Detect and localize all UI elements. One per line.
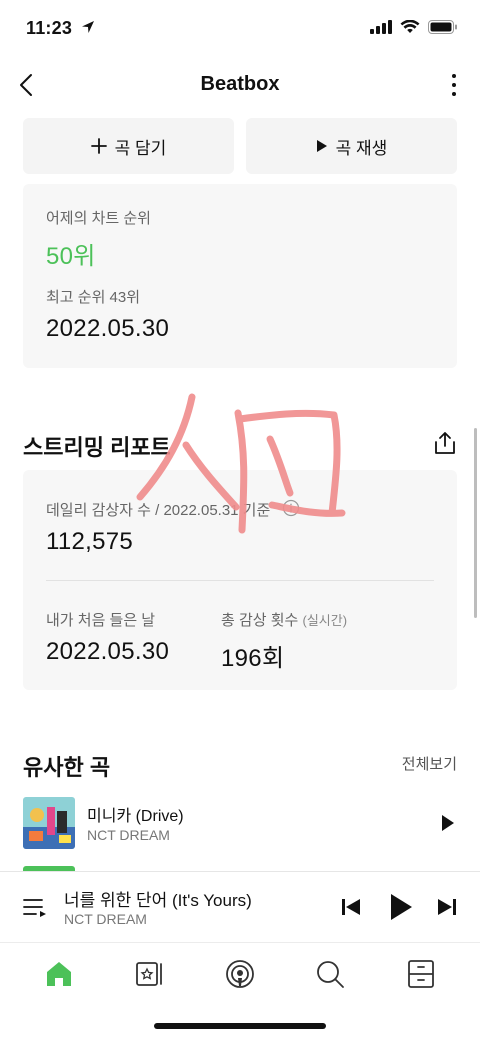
divider <box>46 580 434 581</box>
song-artist: NCT DREAM <box>87 827 170 843</box>
tab-drawer[interactable] <box>401 954 441 994</box>
now-playing-artist: NCT DREAM <box>64 911 147 927</box>
add-song-button[interactable]: 곡 담기 <box>23 118 234 174</box>
streaming-report-title: 스트리밍 리포트 <box>23 435 171 460</box>
status-bar: 11:23 <box>0 0 480 56</box>
daily-listeners-label: 데일리 감상자 수 / 2022.05.31 기준 <box>46 502 271 519</box>
signal-icon <box>370 20 392 34</box>
add-song-label: 곡 담기 <box>114 138 167 158</box>
share-icon[interactable] <box>432 430 458 456</box>
first-listen-label: 내가 처음 들은 날 <box>46 612 156 629</box>
album-art <box>23 797 75 849</box>
plus-icon <box>90 138 107 154</box>
action-row: 곡 담기 곡 재생 <box>23 118 457 174</box>
search-icon <box>317 961 345 988</box>
previous-icon[interactable] <box>340 896 362 918</box>
song-title: 미니카 (Drive) <box>87 808 184 825</box>
status-time: 11:23 <box>26 18 73 38</box>
similar-songs-title: 유사한 곡 <box>23 755 111 780</box>
play-icon <box>316 140 327 152</box>
play-song-button[interactable]: 곡 재생 <box>246 118 457 174</box>
best-rank-date: 2022.05.30 <box>46 315 170 342</box>
battery-icon <box>428 20 457 34</box>
list-item[interactable]: 미니카 (Drive) NCT DREAM <box>23 797 457 849</box>
play-song-label: 곡 재생 <box>335 138 388 158</box>
best-rank-label: 최고 순위 43위 <box>46 289 141 306</box>
drawer-icon <box>407 960 434 988</box>
more-dot <box>452 74 456 78</box>
total-plays-sub: (실시간) <box>302 613 348 628</box>
first-listen-date: 2022.05.30 <box>46 638 170 665</box>
tab-podcast[interactable] <box>220 954 260 994</box>
yesterday-rank-value: 50위 <box>46 243 96 270</box>
tab-bar <box>0 944 480 1004</box>
see-all-link[interactable]: 전체보기 <box>402 753 457 774</box>
more-options-button[interactable] <box>444 70 464 100</box>
total-plays-text: 총 감상 횟수 <box>221 612 299 629</box>
play-icon[interactable] <box>441 814 455 832</box>
tab-search[interactable] <box>310 954 350 994</box>
yesterday-rank-label: 어제의 차트 순위 <box>46 210 151 227</box>
info-icon[interactable] <box>282 499 300 517</box>
wifi-icon <box>400 20 420 33</box>
location-arrow-icon <box>82 21 94 33</box>
tab-home[interactable] <box>39 954 79 994</box>
chart-rank-card: 어제의 차트 순위 50위 최고 순위 43위 2022.05.30 <box>23 184 457 368</box>
next-icon[interactable] <box>436 896 458 918</box>
status-indicators <box>370 20 458 34</box>
more-dot <box>452 92 456 96</box>
total-plays-label: 총 감상 횟수 (실시간) <box>221 609 347 630</box>
home-icon <box>47 962 72 986</box>
library-icon <box>135 962 162 986</box>
home-indicator[interactable] <box>154 1023 326 1029</box>
tab-library[interactable] <box>130 954 170 994</box>
page-title: Beatbox <box>200 73 280 95</box>
total-plays-value: 196회 <box>221 645 285 672</box>
now-playing-title: 너를 위한 단어 (It's Yours) <box>64 891 252 910</box>
daily-listeners-value: 112,575 <box>46 528 134 555</box>
play-icon[interactable] <box>388 892 414 922</box>
playlist-icon[interactable] <box>22 894 48 920</box>
nav-bar: Beatbox <box>0 62 480 108</box>
mini-player[interactable]: 너를 위한 단어 (It's Yours) NCT DREAM <box>0 871 480 943</box>
streaming-report-card: 데일리 감상자 수 / 2022.05.31 기준 112,575 내가 처음 … <box>23 470 457 690</box>
more-dot <box>452 83 456 87</box>
podcast-icon <box>226 960 254 988</box>
scrollbar[interactable] <box>474 428 477 618</box>
